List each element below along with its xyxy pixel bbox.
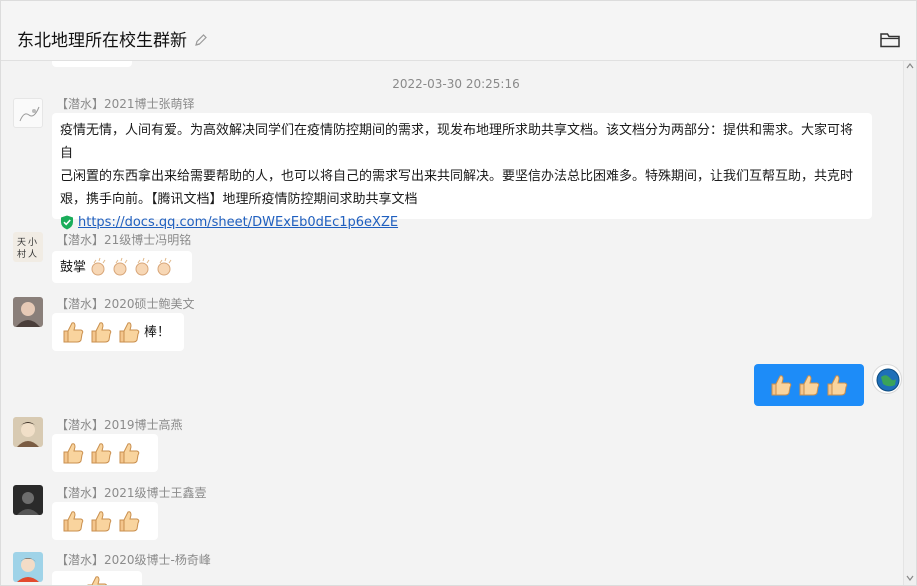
sender-name: 【潜水】2020硕士鲍美文 [56,297,195,311]
thumbs-up-emoji-icon [827,375,848,396]
message-bubble[interactable] [52,502,158,540]
thumbs-up-emoji-icon [771,375,792,396]
message-text: 疫情无情，人间有爱。为高效解决同学们在疫情防控期间的需求，现发布地理所求助共享文… [52,113,872,234]
message-text: 棒！ [144,324,171,340]
message-bubble[interactable]: 疫情无情，人间有爱。为高效解决同学们在疫情防控期间的需求，现发布地理所求助共享文… [52,113,872,230]
thumbs-up-emoji-icon [119,443,140,464]
sender-name: 【潜水】2021级博士王鑫壹 [56,486,207,500]
thumbs-up-emoji-icon [63,443,84,464]
svg-text:人: 人 [28,249,37,260]
thumbs-up-emoji-icon [119,322,140,343]
message-bubble[interactable] [52,571,142,585]
message-line: 己闲置的东西拿出来给需要帮助的人，也可以将自己的需求写出来共同解决。要坚信办法总… [60,169,854,184]
message-bubble[interactable] [52,434,158,472]
scroll-down-arrow-icon[interactable] [906,575,914,581]
svg-text:小: 小 [28,237,37,248]
message-bubble[interactable]: 鼓掌 [52,251,192,283]
thumbs-up-emoji-icon [63,322,84,343]
scroll-up-arrow-icon[interactable] [906,63,914,69]
chat-window: 东北地理所在校生群新 2022-03-30 20:25:16 【潜水】2021博… [0,0,917,586]
thumbs-up-emoji-icon [63,511,84,532]
thumbs-up-emoji-icon [91,322,112,343]
folder-icon[interactable] [880,32,900,48]
clap-emoji-icon [157,257,172,276]
clap-emoji-icon [91,257,106,276]
sender-name: 【潜水】2021博士张萌铎 [56,97,195,111]
own-avatar[interactable] [872,364,902,394]
sender-name: 【潜水】21级博士冯明铭 [56,233,192,247]
message-bubble[interactable]: 棒！ [52,313,184,351]
thumbs-up-emoji-icon [91,443,112,464]
chat-header: 东北地理所在校生群新 [1,1,916,61]
avatar[interactable]: 天小村人 [13,232,43,262]
shield-check-icon [61,215,73,230]
sender-name: 【潜水】2019博士高燕 [56,418,183,432]
message-line: 疫情无情，人间有爱。为高效解决同学们在疫情防控期间的需求，现发布地理所求助共享文… [60,123,854,161]
thumbs-up-emoji-icon [87,576,108,585]
avatar[interactable] [13,552,43,582]
thumbs-up-emoji-icon [91,511,112,532]
avatar[interactable] [13,297,43,327]
thumbs-up-emoji-icon [119,511,140,532]
message-line: 艰，携手向前。【腾讯文档】地理所疫情防控期间求助共享文档 [60,192,418,207]
previous-message-bubble [52,61,132,67]
message-list[interactable]: 2022-03-30 20:25:16 【潜水】2021博士张萌铎 疫情无情，人… [1,61,903,585]
clap-emoji-icon [135,257,150,276]
svg-text:村: 村 [17,248,26,260]
thumbs-up-emoji-icon [799,375,820,396]
message-timestamp: 2022-03-30 20:25:16 [392,77,520,91]
group-title: 东北地理所在校生群新 [17,31,187,51]
avatar[interactable] [13,98,43,128]
sender-name: 【潜水】2020级博士-杨奇峰 [56,553,211,567]
avatar[interactable] [13,417,43,447]
own-message-bubble[interactable] [754,364,864,406]
scrollbar[interactable] [903,61,916,585]
clap-emoji-icon [113,257,128,276]
pencil-icon[interactable] [194,33,208,47]
message-text: 鼓掌 [60,259,87,275]
svg-text:天: 天 [17,238,26,248]
avatar[interactable] [13,485,43,515]
